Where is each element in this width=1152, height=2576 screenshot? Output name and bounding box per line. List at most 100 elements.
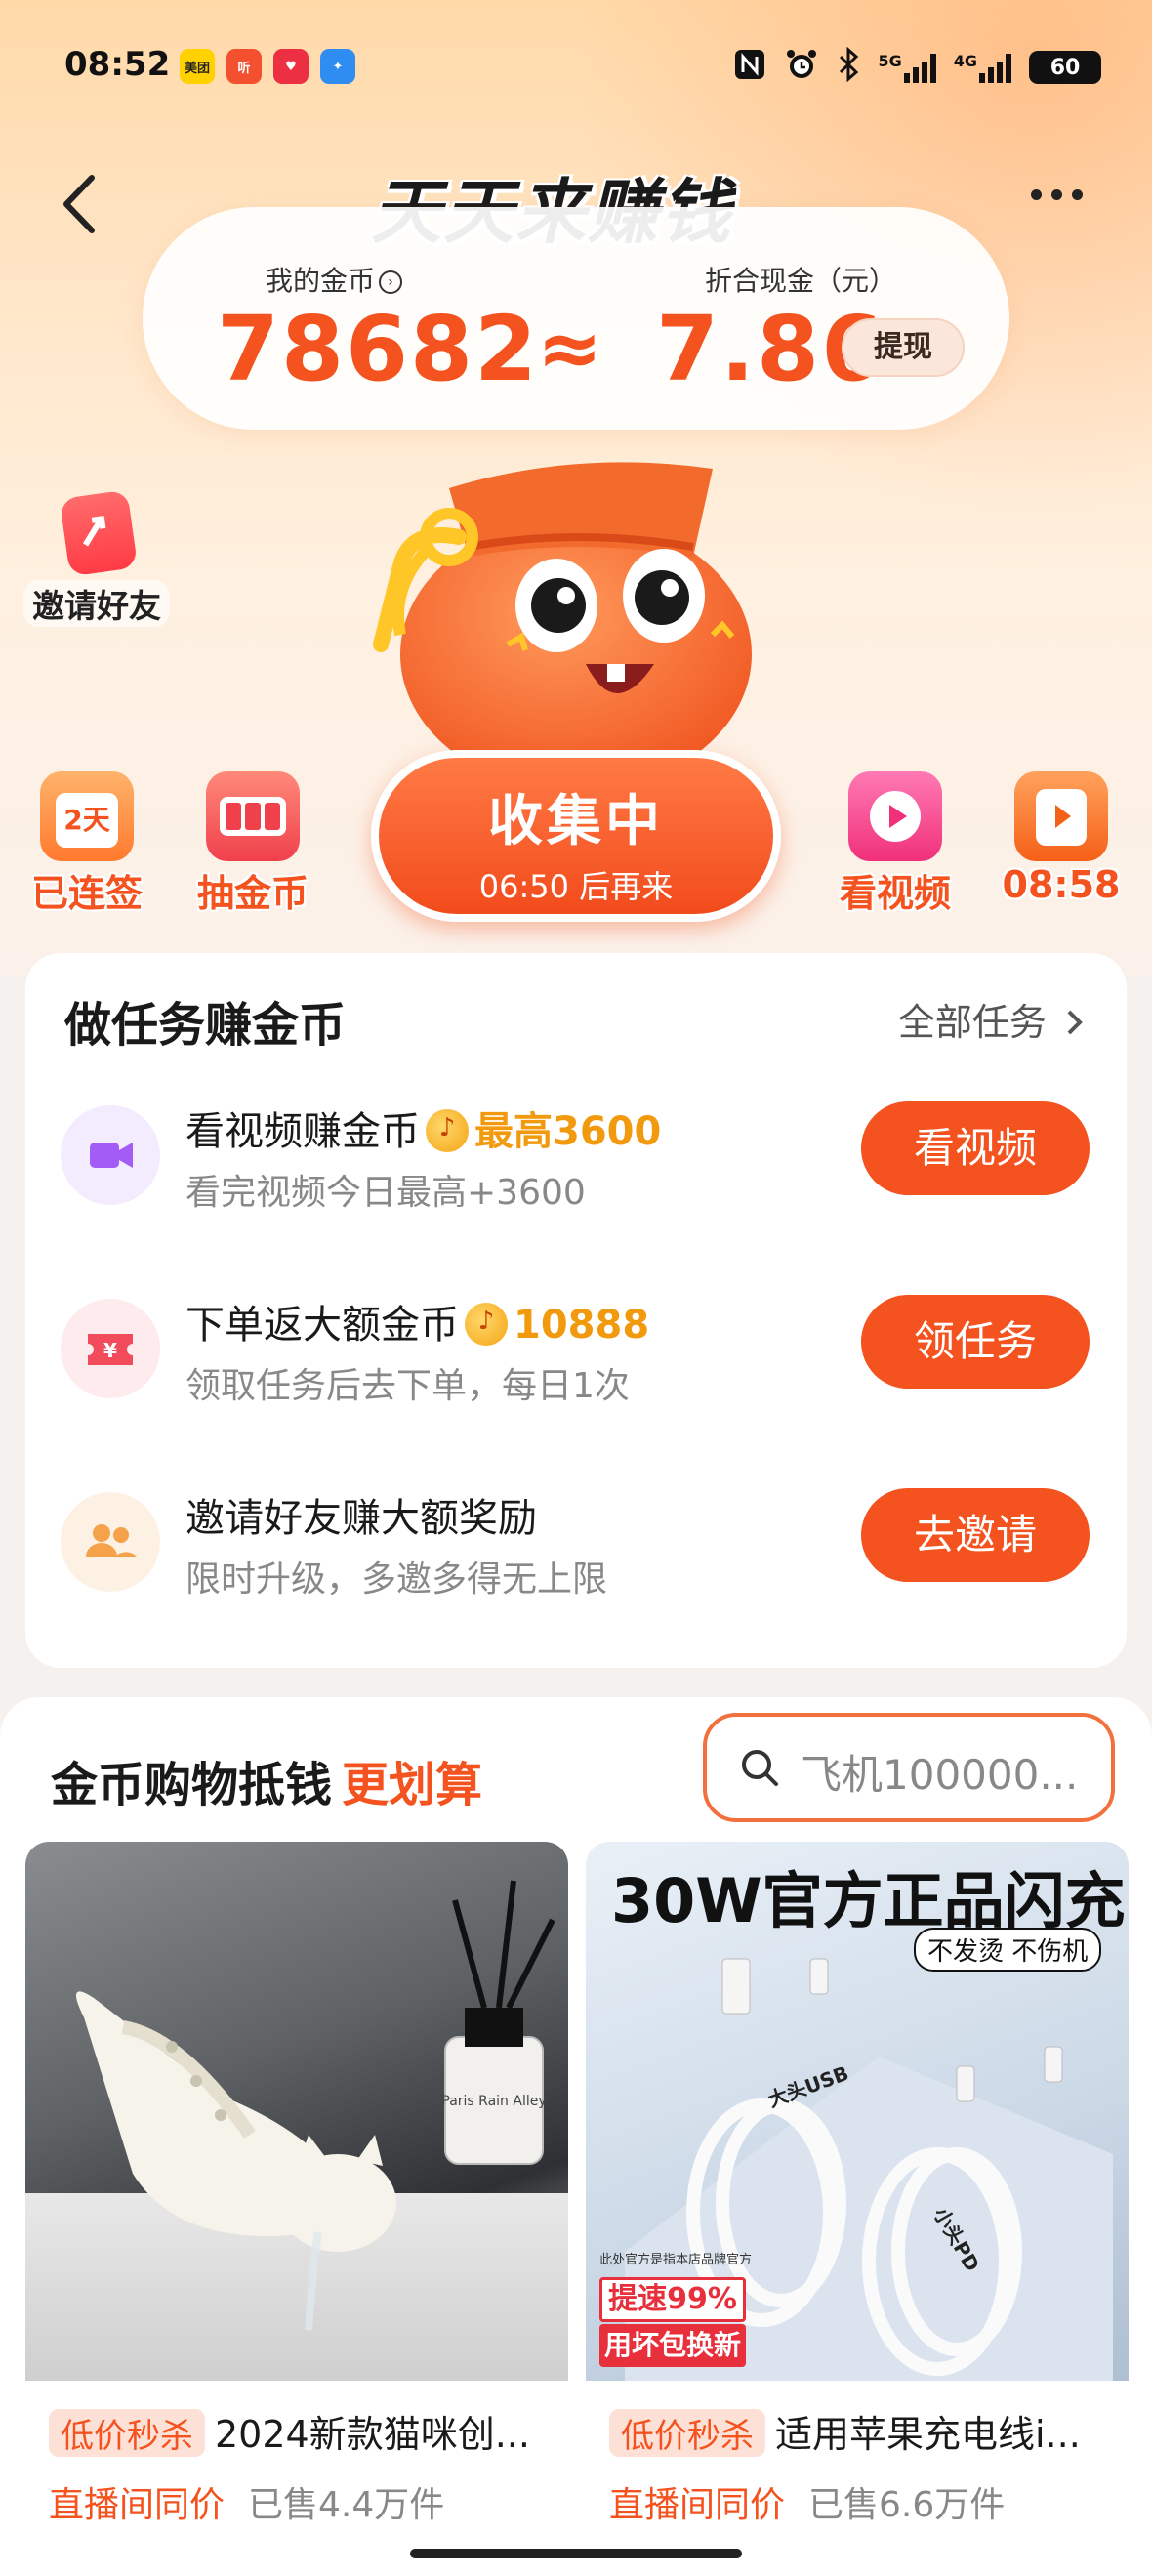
task-desc: 领取任务后去下单，每日1次: [185, 1366, 630, 1406]
product-title: 2024新款猫咪创...: [215, 2413, 530, 2456]
status-app-icons: 美团听 ♥ ✦: [180, 49, 355, 84]
checkin-days-badge: 2天: [56, 793, 118, 848]
shop-title-main: 金币购物抵钱: [51, 1758, 333, 1812]
battery-indicator: 60: [1029, 51, 1101, 84]
fine-print: 此处官方是指本店品牌官方: [599, 2252, 752, 2267]
svg-text:¥: ¥: [103, 1339, 117, 1362]
product-card[interactable]: 30W官方正品闪充 不发烫 不伤机 大头USB 小头PD 此处官方是指本店品牌官…: [586, 1842, 1129, 2576]
timer-label: 08:58: [1002, 863, 1121, 906]
coin-bag-mascot[interactable]: [303, 430, 810, 781]
status-indicators: 5G 4G 60: [733, 46, 1101, 88]
alarm-icon: [784, 47, 819, 88]
task-name-text: 看视频赚金币: [185, 1109, 420, 1154]
promo-replace-tag: 用坏包换新: [599, 2324, 746, 2367]
product-image: 30W官方正品闪充 不发烫 不伤机 大头USB 小头PD 此处官方是指本店品牌官…: [586, 1842, 1129, 2381]
info-icon[interactable]: ›: [379, 270, 403, 294]
network-4g-label: 4G: [953, 52, 977, 70]
flash-sale-tag: 低价秒杀: [609, 2409, 765, 2457]
task-name: 看视频赚金币 最高3600: [185, 1100, 661, 1156]
task-card: 做任务赚金币 全部任务 看视频赚金币 最高3600 看完视频今日最高+3600 看…: [25, 953, 1127, 1668]
search-placeholder: 飞机100000...: [801, 1751, 1079, 1799]
watch-video-label: 看视频: [839, 872, 951, 915]
sold-count: 已售4.4万件: [248, 2485, 445, 2525]
task-reward: 最高3600: [474, 1109, 662, 1154]
more-options-button[interactable]: [1031, 189, 1083, 200]
task-desc: 限时升级，多邀多得无上限: [185, 1559, 608, 1600]
task-name: 邀请好友赚大额奖励: [185, 1496, 537, 1541]
invite-friends-side-button[interactable]: 邀请好友: [23, 489, 170, 631]
all-tasks-link[interactable]: 全部任务: [898, 992, 1086, 1046]
search-icon: [742, 1750, 778, 1786]
watch-video-action[interactable]: 看视频: [822, 771, 968, 917]
my-coins-value: 78682: [217, 297, 540, 401]
withdraw-button[interactable]: 提现: [842, 318, 965, 377]
approx-symbol: ≈: [537, 303, 603, 394]
live-price-label: 直播间同价: [609, 2485, 786, 2525]
blue-app-icon: ✦: [320, 49, 355, 84]
gift-icon: [59, 489, 139, 577]
product-name: 低价秒杀 2024新款猫咪创...: [49, 2404, 530, 2458]
listen-app-icon: 听: [226, 49, 262, 84]
checkin-label: 已连签: [30, 872, 143, 915]
lottery-action[interactable]: 抽金币: [180, 771, 326, 917]
status-bar: 08:52 美团听 ♥ ✦ 5G 4G 60: [0, 39, 1152, 98]
shop-title: 金币购物抵钱 更划算: [51, 1746, 482, 1814]
slot-machine-icon: [206, 771, 300, 861]
product-meta: 直播间同价 已售6.6万件: [609, 2476, 1005, 2527]
product-title: 适用苹果充电线i...: [775, 2413, 1081, 2456]
signal-4g: 4G: [954, 52, 1011, 83]
task-section-title: 做任务赚金币: [64, 998, 347, 1053]
product-name: 低价秒杀 适用苹果充电线i...: [609, 2404, 1081, 2458]
live-price-label: 直播间同价: [49, 2485, 226, 2525]
timer-action[interactable]: 08:58: [988, 771, 1134, 906]
signal-bars-icon: [979, 52, 1011, 83]
signal-bars-icon: [903, 52, 936, 83]
lottery-label: 抽金币: [196, 872, 309, 915]
get-task-button[interactable]: 领任务: [861, 1295, 1090, 1389]
promo-speed-tag: 提速99%: [599, 2277, 746, 2322]
coin-icon: [465, 1303, 508, 1346]
network-5g-label: 5G: [878, 52, 902, 70]
nfc-icon: [733, 48, 766, 87]
shop-search-box[interactable]: 飞机100000...: [703, 1713, 1115, 1822]
shop-title-accent: 更划算: [342, 1758, 483, 1812]
invite-button[interactable]: 去邀请: [861, 1488, 1090, 1582]
cat-soap-dish-icon: Paris Rain Alley: [76, 1880, 555, 2331]
health-app-icon: ♥: [273, 49, 309, 84]
coin-shop-section: 金币购物抵钱 更划算 飞机100000... Paris Rain Alley 低…: [0, 1697, 1152, 2576]
product-image: Paris Rain Alley: [25, 1842, 568, 2381]
collect-countdown: 06:50 后再来: [478, 868, 674, 905]
coin-balance-card: 我的金币 › 78682 ≈ 折合现金（元） 7.86 提现: [143, 207, 1009, 430]
video-timer-icon: [1014, 771, 1108, 861]
task-row-order: ¥ 下单返大额金币 10888 领取任务后去下单，每日1次 领任务: [25, 1275, 1127, 1432]
ticket-icon: ¥: [61, 1299, 160, 1398]
collect-title: 收集中: [488, 790, 664, 853]
coin-icon: [426, 1109, 469, 1152]
flash-sale-tag: 低价秒杀: [49, 2409, 205, 2457]
chevron-left-icon: [63, 175, 95, 233]
all-tasks-label: 全部任务: [897, 1001, 1047, 1044]
task-name: 下单返大额金币 10888: [185, 1293, 649, 1350]
home-indicator[interactable]: [410, 2549, 742, 2558]
watch-video-button[interactable]: 看视频: [861, 1101, 1090, 1195]
checkin-action[interactable]: 2天 已连签: [14, 771, 160, 917]
sold-count: 已售6.6万件: [808, 2485, 1006, 2525]
cash-label: 折合现金（元）: [705, 265, 897, 297]
signal-5g: 5G: [878, 52, 936, 83]
bluetooth-icon: [837, 46, 860, 88]
invite-friends-label: 邀请好友: [23, 580, 170, 627]
task-reward: 10888: [514, 1303, 650, 1348]
back-button[interactable]: [57, 170, 105, 238]
task-name-text: 下单返大额金币: [185, 1303, 459, 1348]
status-time: 08:52: [64, 45, 171, 84]
bottle-label: Paris Rain Alley: [441, 2094, 546, 2109]
task-desc: 看完视频今日最高+3600: [185, 1173, 586, 1213]
task-row-watch-video: 看视频赚金币 最高3600 看完视频今日最高+3600 看视频: [25, 1082, 1127, 1238]
product-card[interactable]: Paris Rain Alley 低价秒杀 2024新款猫咪创... 直播间同价已…: [25, 1842, 568, 2576]
collect-coins-button[interactable]: 收集中 06:50 后再来: [371, 750, 781, 922]
meituan-app-icon: 美团: [180, 49, 215, 84]
chevron-right-icon: [1067, 1010, 1083, 1035]
calendar-icon: 2天: [40, 771, 134, 861]
my-coins-label-row[interactable]: 我的金币 ›: [266, 260, 403, 299]
my-coins-label: 我的金币: [266, 265, 376, 297]
